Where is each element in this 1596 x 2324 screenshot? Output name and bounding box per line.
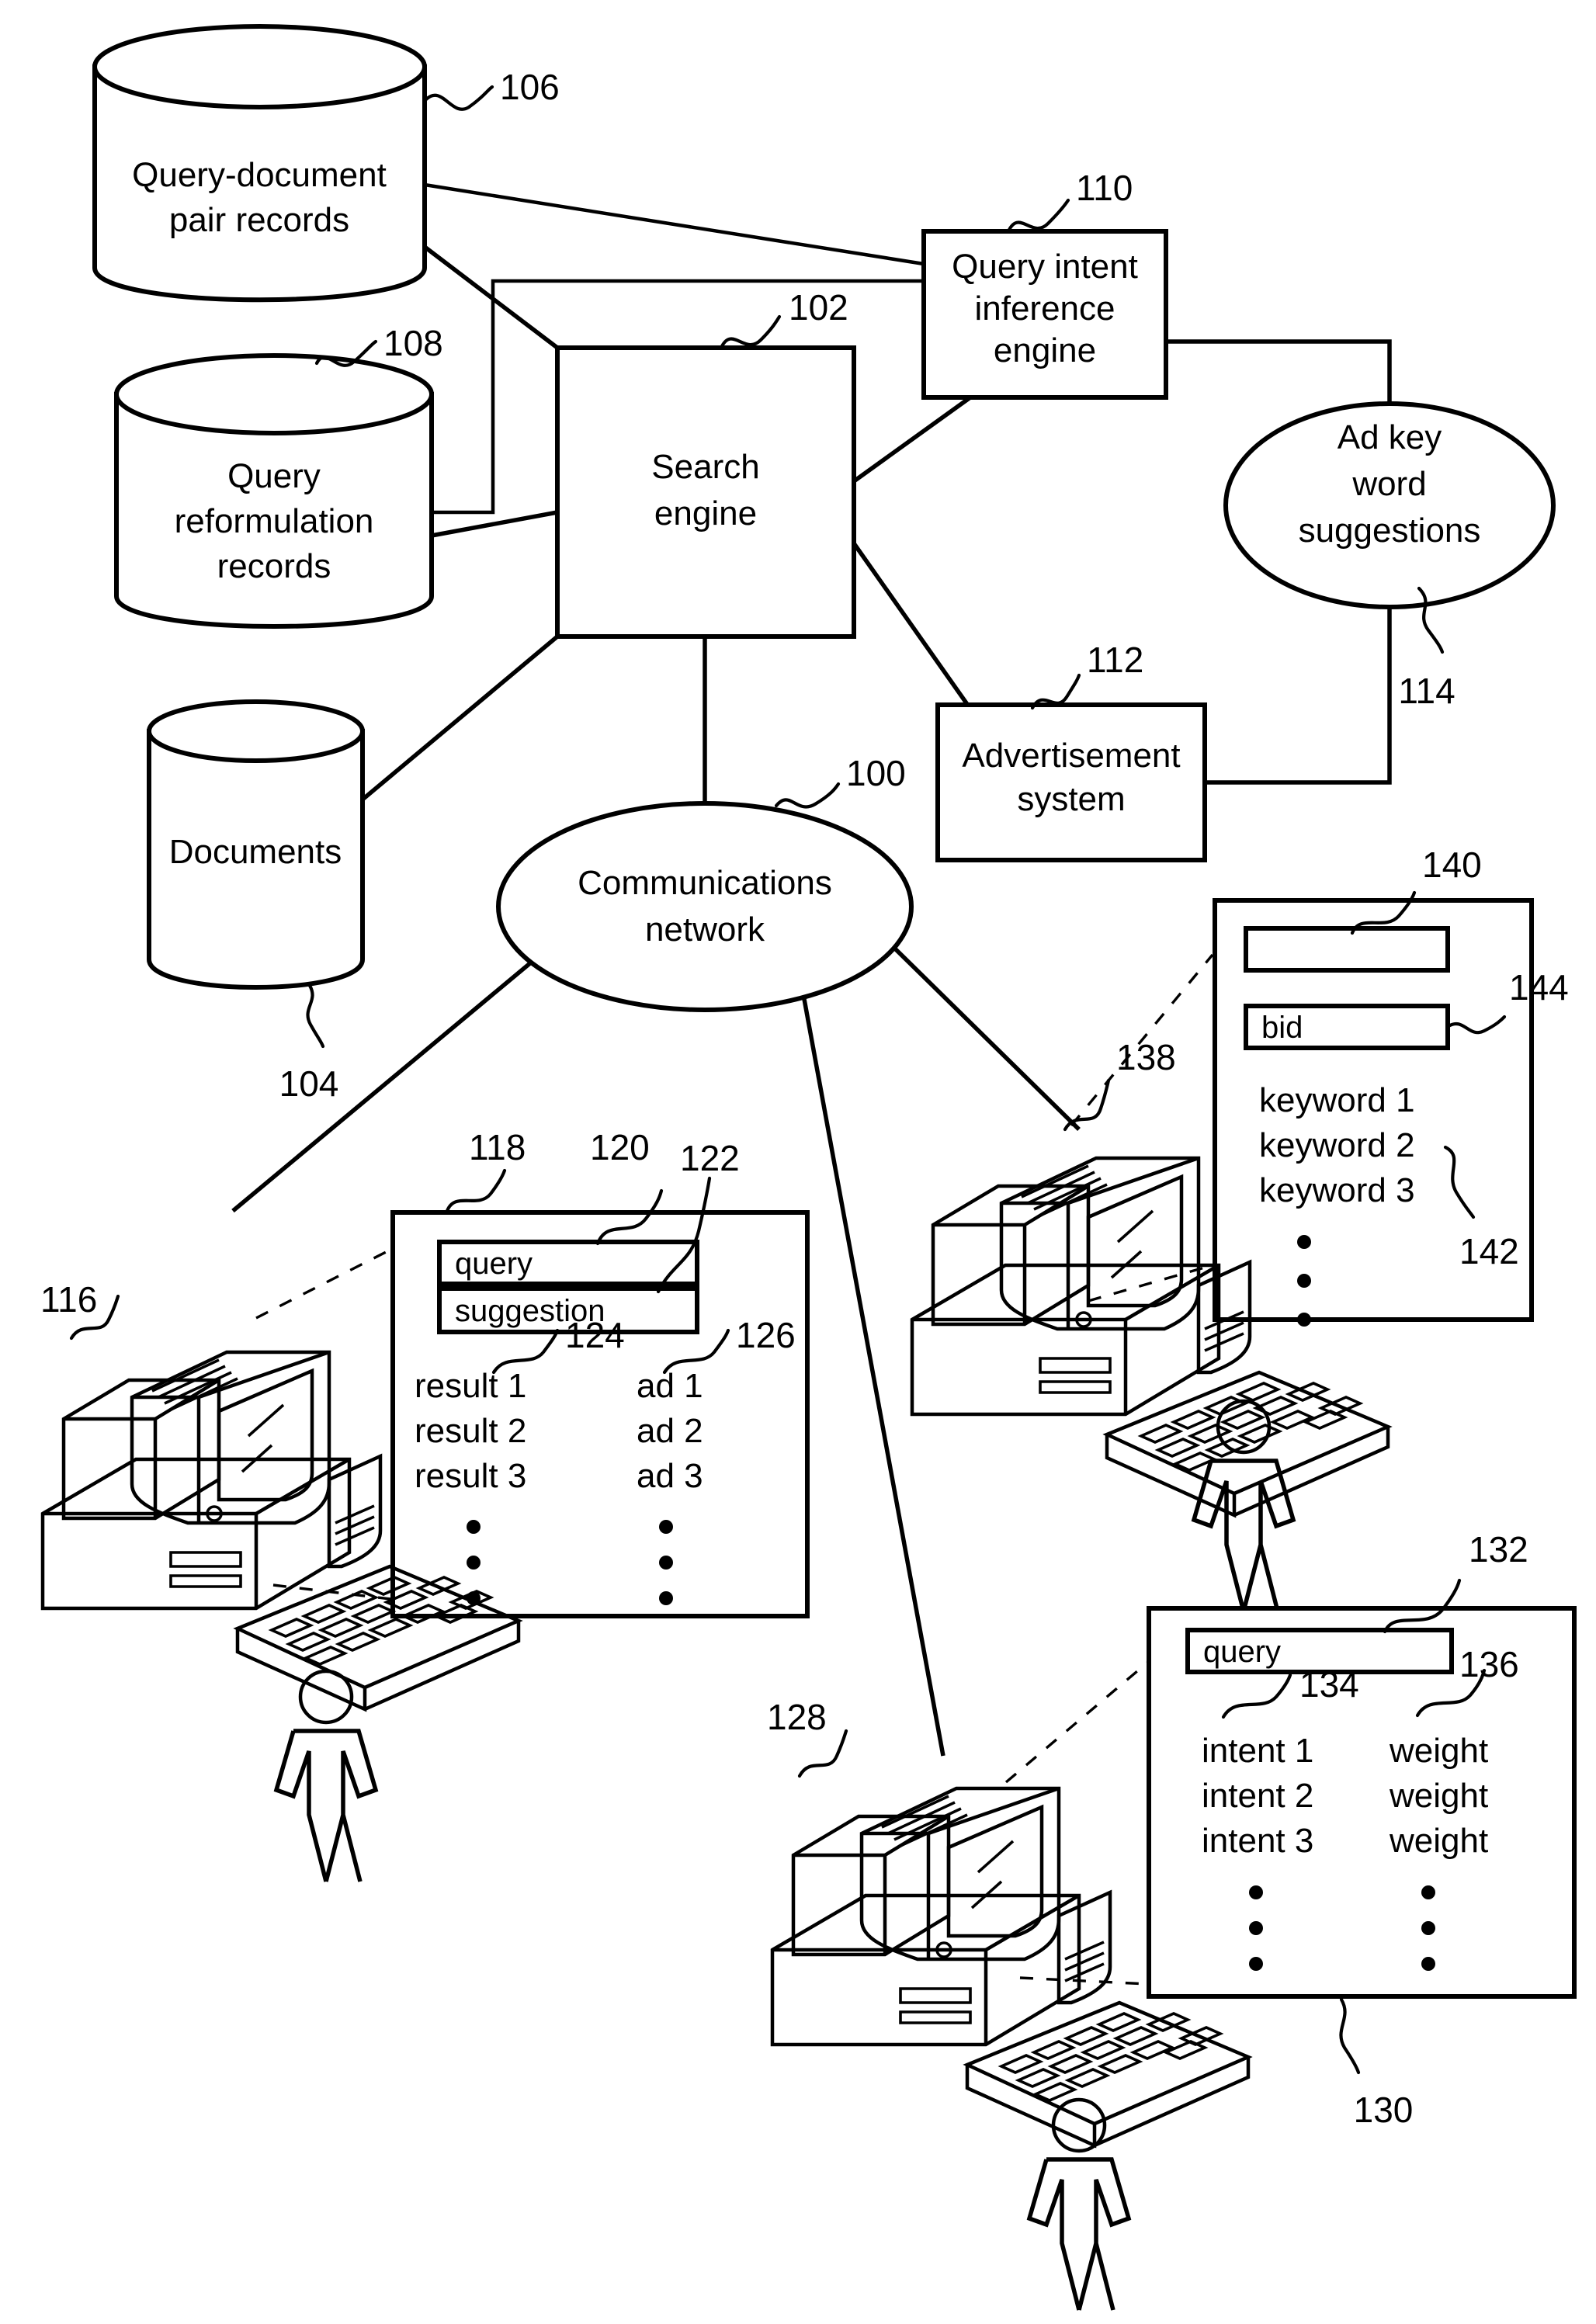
ref-126-number: 126 — [736, 1315, 796, 1355]
weight-item-1: weight — [1389, 1732, 1488, 1770]
search-user-person-figure — [273, 1669, 379, 1882]
ad-item-1: ad 1 — [637, 1367, 703, 1405]
keyword-item-2: keyword 2 — [1259, 1126, 1415, 1164]
ref-122-number: 122 — [680, 1138, 740, 1178]
query-document-store: Query-document pair records — [92, 24, 427, 303]
query-intent-label-line2: inference — [974, 290, 1115, 328]
query-intent-label-line3: engine — [994, 331, 1096, 369]
intent-item-1: intent 1 — [1202, 1732, 1313, 1770]
advertiser-screen-tether — [1070, 953, 1214, 1302]
ref-128-number: 128 — [767, 1697, 827, 1737]
advertisement-system-node: Advertisement system — [935, 702, 1207, 862]
ref-134-number: 134 — [1299, 1664, 1359, 1705]
ref-100-number: 100 — [846, 753, 906, 793]
ref-106-number: 106 — [500, 67, 560, 107]
weight-item-2: weight — [1389, 1777, 1488, 1815]
ref-104: 104 — [279, 982, 339, 1104]
keyword-item-1: keyword 1 — [1259, 1081, 1415, 1119]
ref-104-number: 104 — [279, 1063, 339, 1104]
bid-field-value: bid — [1261, 1011, 1303, 1045]
query-field-value: query — [455, 1247, 533, 1281]
result-item-1: result 1 — [415, 1367, 526, 1405]
search-results-screen[interactable]: query suggestion result 1 result 2 resul… — [390, 1210, 810, 1618]
communications-network-node: Communications network — [496, 801, 914, 1012]
documents-store: Documents — [147, 699, 365, 990]
ref-136-number: 136 — [1459, 1644, 1519, 1684]
ref-140-number: 140 — [1422, 845, 1482, 885]
query-reformulation-label-line2: reformulation — [175, 502, 374, 540]
ref-102: 102 — [720, 287, 848, 349]
ref-118-number: 118 — [469, 1127, 526, 1167]
ref-106: 106 — [424, 67, 560, 111]
ref-112-number: 112 — [1087, 640, 1143, 680]
query-document-store-label-line1: Query-document — [132, 156, 387, 194]
ref-120-number: 120 — [590, 1127, 650, 1167]
weight-item-3: weight — [1389, 1822, 1488, 1860]
communications-network-label-line2: network — [645, 911, 765, 949]
intent-screen-tether — [1004, 1661, 1149, 1986]
ref-130: 130 — [1339, 1997, 1414, 2130]
ref-144-number: 144 — [1509, 967, 1569, 1008]
ref-130-number: 130 — [1354, 2090, 1414, 2130]
query-intent-engine-node: Query intent inference engine — [921, 229, 1168, 400]
keyword-item-3: keyword 3 — [1259, 1171, 1415, 1209]
query-reformulation-label-line3: records — [217, 547, 331, 585]
ref-142-number: 142 — [1459, 1231, 1519, 1271]
ad-item-2: ad 2 — [637, 1412, 703, 1450]
search-screen-tether — [255, 1248, 391, 1601]
ad-item-3: ad 3 — [637, 1457, 703, 1495]
ref-124-number: 124 — [565, 1315, 625, 1355]
ref-116: 116 — [40, 1279, 120, 1341]
query-intent-label-line1: Query intent — [952, 248, 1138, 286]
ref-108-number: 108 — [383, 323, 443, 363]
ref-100: 100 — [774, 753, 906, 809]
search-engine-node: Search engine — [555, 345, 856, 639]
result-item-2: result 2 — [415, 1412, 526, 1450]
ad-keyword-label-line3: suggestions — [1299, 512, 1481, 550]
query-reformulation-store: Query reformulation records — [114, 353, 434, 629]
advertisement-system-label-line1: Advertisement — [962, 737, 1180, 775]
ref-138-number: 138 — [1116, 1037, 1176, 1077]
ad-keyword-suggestions-node: Ad key word suggestions — [1223, 401, 1556, 609]
ref-118: 118 — [445, 1127, 526, 1213]
ref-132-number: 132 — [1469, 1529, 1528, 1570]
ad-keyword-label-line2: word — [1351, 465, 1426, 503]
intent-item-3: intent 3 — [1202, 1822, 1313, 1860]
query-document-store-label-line2: pair records — [169, 201, 349, 239]
intent-query-field-value: query — [1203, 1635, 1281, 1669]
ref-138: 138 — [1063, 1037, 1176, 1132]
ad-keyword-label-line1: Ad key — [1338, 418, 1442, 456]
ref-110-number: 110 — [1076, 168, 1133, 208]
search-engine-label-line2: engine — [654, 494, 757, 532]
advertiser-blank-field — [1244, 926, 1450, 973]
ref-114-number: 114 — [1398, 671, 1455, 711]
query-reformulation-label-line1: Query — [227, 457, 321, 495]
result-item-3: result 3 — [415, 1457, 526, 1495]
intent-item-2: intent 2 — [1202, 1777, 1313, 1815]
ref-116-number: 116 — [40, 1279, 97, 1320]
advertisement-system-label-line2: system — [1017, 780, 1125, 818]
documents-store-label: Documents — [169, 833, 342, 871]
communications-network-label-line1: Communications — [578, 864, 832, 902]
intent-person-figure — [1026, 2097, 1132, 2311]
ref-112: 112 — [1030, 640, 1143, 710]
ref-128: 128 — [767, 1697, 848, 1778]
ref-102-number: 102 — [789, 287, 848, 328]
patent-figure-canvas: .s { fill:none; stroke:#000; stroke-widt… — [0, 0, 1596, 2324]
ref-110: 110 — [1007, 168, 1133, 232]
search-engine-label-line1: Search — [651, 448, 759, 486]
